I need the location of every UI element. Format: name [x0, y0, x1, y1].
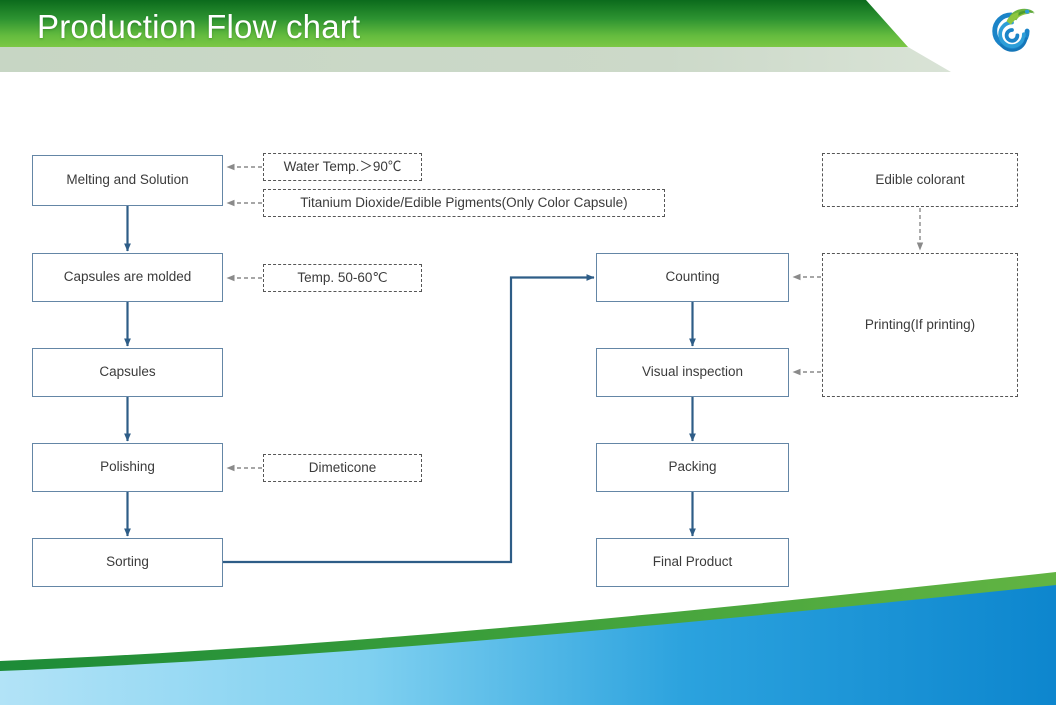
note-label: Edible colorant: [875, 171, 965, 187]
node-counting[interactable]: Counting: [596, 253, 789, 302]
note-temperature-50-60[interactable]: Temp. 50-60℃: [263, 264, 422, 292]
note-edible-colorant[interactable]: Edible colorant: [822, 153, 1018, 207]
note-label: Printing(If printing): [864, 316, 976, 332]
note-label: Water Temp.＞90℃: [283, 158, 402, 174]
connector-sorting-to-counting: [223, 274, 595, 564]
page-title: Production Flow chart: [37, 8, 361, 45]
slide-canvas: Production Flow chart Melting and Soluti…: [0, 0, 1056, 705]
node-label: Packing: [668, 459, 717, 475]
note-label: Titanium Dioxide/Edible Pigments(Only Co…: [300, 194, 628, 210]
note-water-temperature[interactable]: Water Temp.＞90℃: [263, 153, 422, 181]
node-melting-and-solution[interactable]: Melting and Solution: [32, 155, 223, 206]
node-visual-inspection[interactable]: Visual inspection: [596, 348, 789, 397]
node-label: Counting: [665, 269, 720, 285]
node-label: Capsules are molded: [63, 269, 192, 285]
node-label: Visual inspection: [641, 364, 744, 380]
flowchart-area: Melting and Solution Capsules are molded…: [0, 72, 1056, 632]
node-label: Capsules: [99, 364, 156, 380]
node-polishing[interactable]: Polishing: [32, 443, 223, 492]
slide-header: Production Flow chart: [0, 0, 1056, 72]
node-capsules[interactable]: Capsules: [32, 348, 223, 397]
note-label: Dimeticone: [308, 459, 377, 475]
node-label: Polishing: [100, 459, 155, 475]
node-packing[interactable]: Packing: [596, 443, 789, 492]
note-label: Temp. 50-60℃: [297, 269, 388, 285]
note-titanium-dioxide-pigments[interactable]: Titanium Dioxide/Edible Pigments(Only Co…: [263, 189, 665, 217]
node-capsules-are-molded[interactable]: Capsules are molded: [32, 253, 223, 302]
node-label: Melting and Solution: [66, 172, 189, 188]
note-dimeticone[interactable]: Dimeticone: [263, 454, 422, 482]
company-swirl-logo: [992, 8, 1035, 52]
footer-wave-decoration: [0, 572, 1056, 705]
note-printing-if-printing[interactable]: Printing(If printing): [822, 253, 1018, 397]
